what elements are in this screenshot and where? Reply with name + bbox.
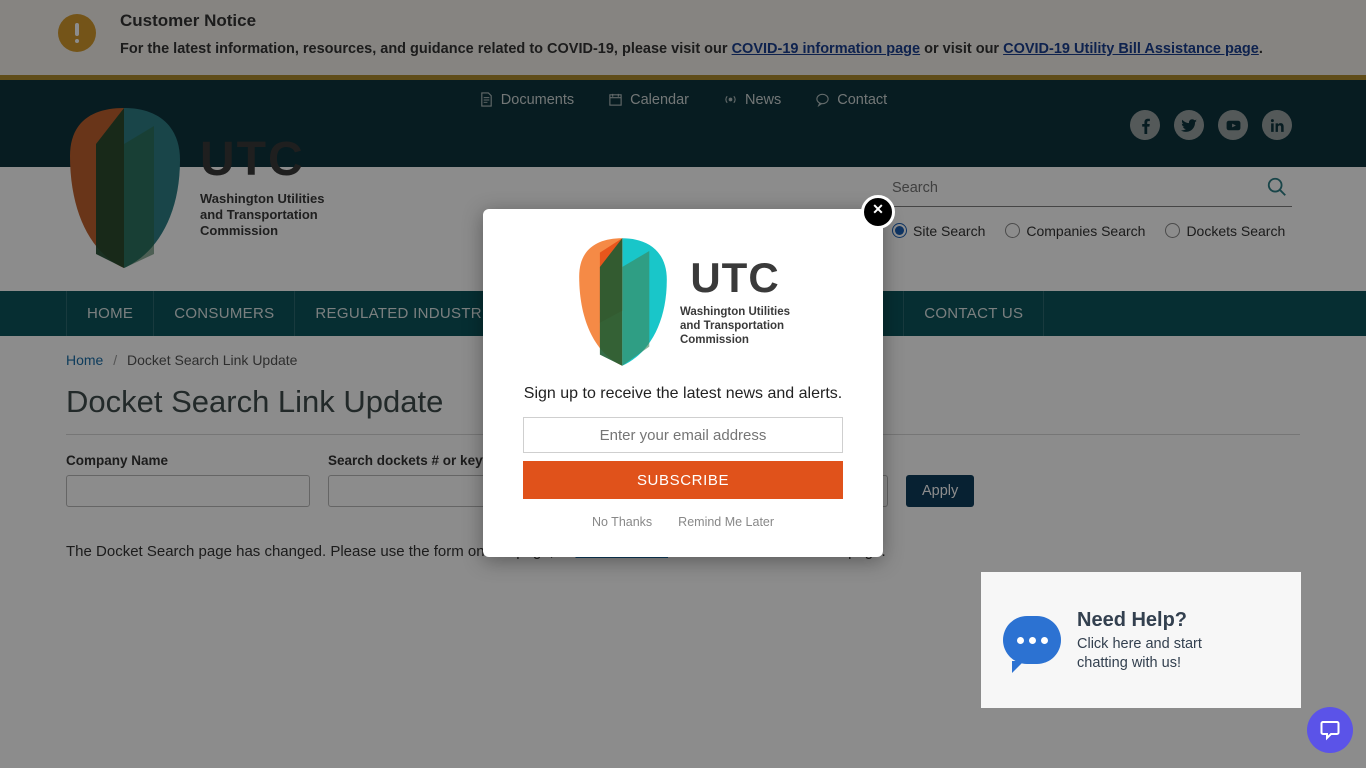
subscribe-button[interactable]: SUBSCRIBE xyxy=(523,461,843,499)
modal-secondary-actions: No Thanks Remind Me Later xyxy=(523,515,843,529)
chat-help-text: Need Help? Click here and start chatting… xyxy=(1077,608,1202,673)
newsletter-signup-modal: ✕ UTC Washington Utilities and Transport… xyxy=(483,195,895,557)
modal-heading: Sign up to receive the latest news and a… xyxy=(523,385,843,402)
close-icon[interactable]: ✕ xyxy=(861,195,895,229)
modal-logo-subtitle: Washington Utilities and Transportation … xyxy=(680,305,790,347)
modal-logo-subtitle-line2: and Transportation xyxy=(679,320,785,332)
chat-help-title: Need Help? xyxy=(1077,608,1188,631)
modal-logo: UTC Washington Utilities and Transportat… xyxy=(523,235,843,369)
chat-help-desc-line1: Click here and start xyxy=(1077,635,1202,652)
chat-help-desc-line2: chatting with us! xyxy=(1077,654,1181,671)
chat-help-card[interactable]: Need Help? Click here and start chatting… xyxy=(981,572,1301,708)
chat-help-desc: Click here and start chatting with us! xyxy=(1077,635,1202,673)
remind-me-later-link[interactable]: Remind Me Later xyxy=(678,515,774,529)
chat-bubble-icon xyxy=(1003,616,1061,673)
utc-leaf-logo-icon xyxy=(576,235,670,369)
chat-launcher-icon[interactable] xyxy=(1307,707,1353,753)
email-input[interactable] xyxy=(523,417,843,453)
modal-logo-subtitle-line1: Washington Utilities xyxy=(679,306,791,318)
modal-logo-acronym: UTC xyxy=(690,254,780,301)
page-root: Customer Notice For the latest informati… xyxy=(0,0,1366,768)
modal-wordmark: UTC Washington Utilities and Transportat… xyxy=(680,257,790,347)
no-thanks-link[interactable]: No Thanks xyxy=(592,515,652,529)
modal-logo-subtitle-line3: Commission xyxy=(679,334,749,346)
